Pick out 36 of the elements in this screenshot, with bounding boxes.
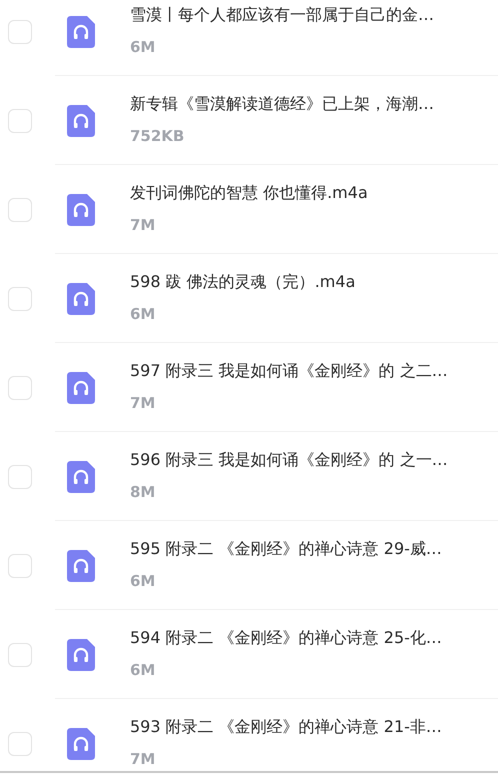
checkbox[interactable] (8, 198, 32, 222)
file-size: 6M (130, 660, 156, 680)
checkbox[interactable] (8, 732, 32, 756)
file-name: 598 跋 佛法的灵魂（完）.m4a (130, 272, 356, 292)
checkbox[interactable] (8, 286, 32, 310)
file-size: 6M (130, 304, 156, 324)
checkbox[interactable] (8, 108, 32, 132)
file-size: 6M (130, 36, 156, 56)
file-name: 594 附录二 《金刚经》的禅心诗意 25-化… (130, 628, 442, 648)
file-name: 发刊词佛陀的智慧 你也懂得.m4a (130, 182, 368, 202)
audio-file-icon (67, 638, 95, 670)
audio-file-icon (67, 104, 95, 136)
file-name: 597 附录三 我是如何诵《金刚经》的 之二… (130, 360, 448, 380)
file-name: 593 附录二 《金刚经》的禅心诗意 21-非… (130, 716, 442, 736)
file-size: 8M (130, 482, 156, 502)
audio-file-icon (67, 728, 95, 760)
checkbox[interactable] (8, 554, 32, 578)
file-name: 595 附录二 《金刚经》的禅心诗意 29-威… (130, 538, 442, 558)
checkbox[interactable] (8, 642, 32, 666)
checkbox[interactable] (8, 376, 32, 400)
checkbox[interactable] (8, 464, 32, 488)
file-size: 752KB (130, 126, 184, 146)
audio-file-icon (67, 282, 95, 314)
audio-file-icon (67, 550, 95, 582)
file-size: 6M (130, 570, 156, 590)
file-size: 7M (130, 214, 156, 234)
file-size: 7M (130, 748, 156, 768)
file-size: 7M (130, 392, 156, 412)
file-name: 雪漠丨每个人都应该有一部属于自己的金… (130, 4, 434, 24)
file-name: 新专辑《雪漠解读道德经》已上架，海潮… (130, 94, 434, 114)
file-name: 596 附录三 我是如何诵《金刚经》的 之一… (130, 450, 448, 470)
audio-file-icon (67, 372, 95, 404)
audio-file-icon (67, 16, 95, 48)
audio-file-icon (67, 460, 95, 492)
audio-file-icon (67, 194, 95, 226)
checkbox[interactable] (8, 20, 32, 44)
